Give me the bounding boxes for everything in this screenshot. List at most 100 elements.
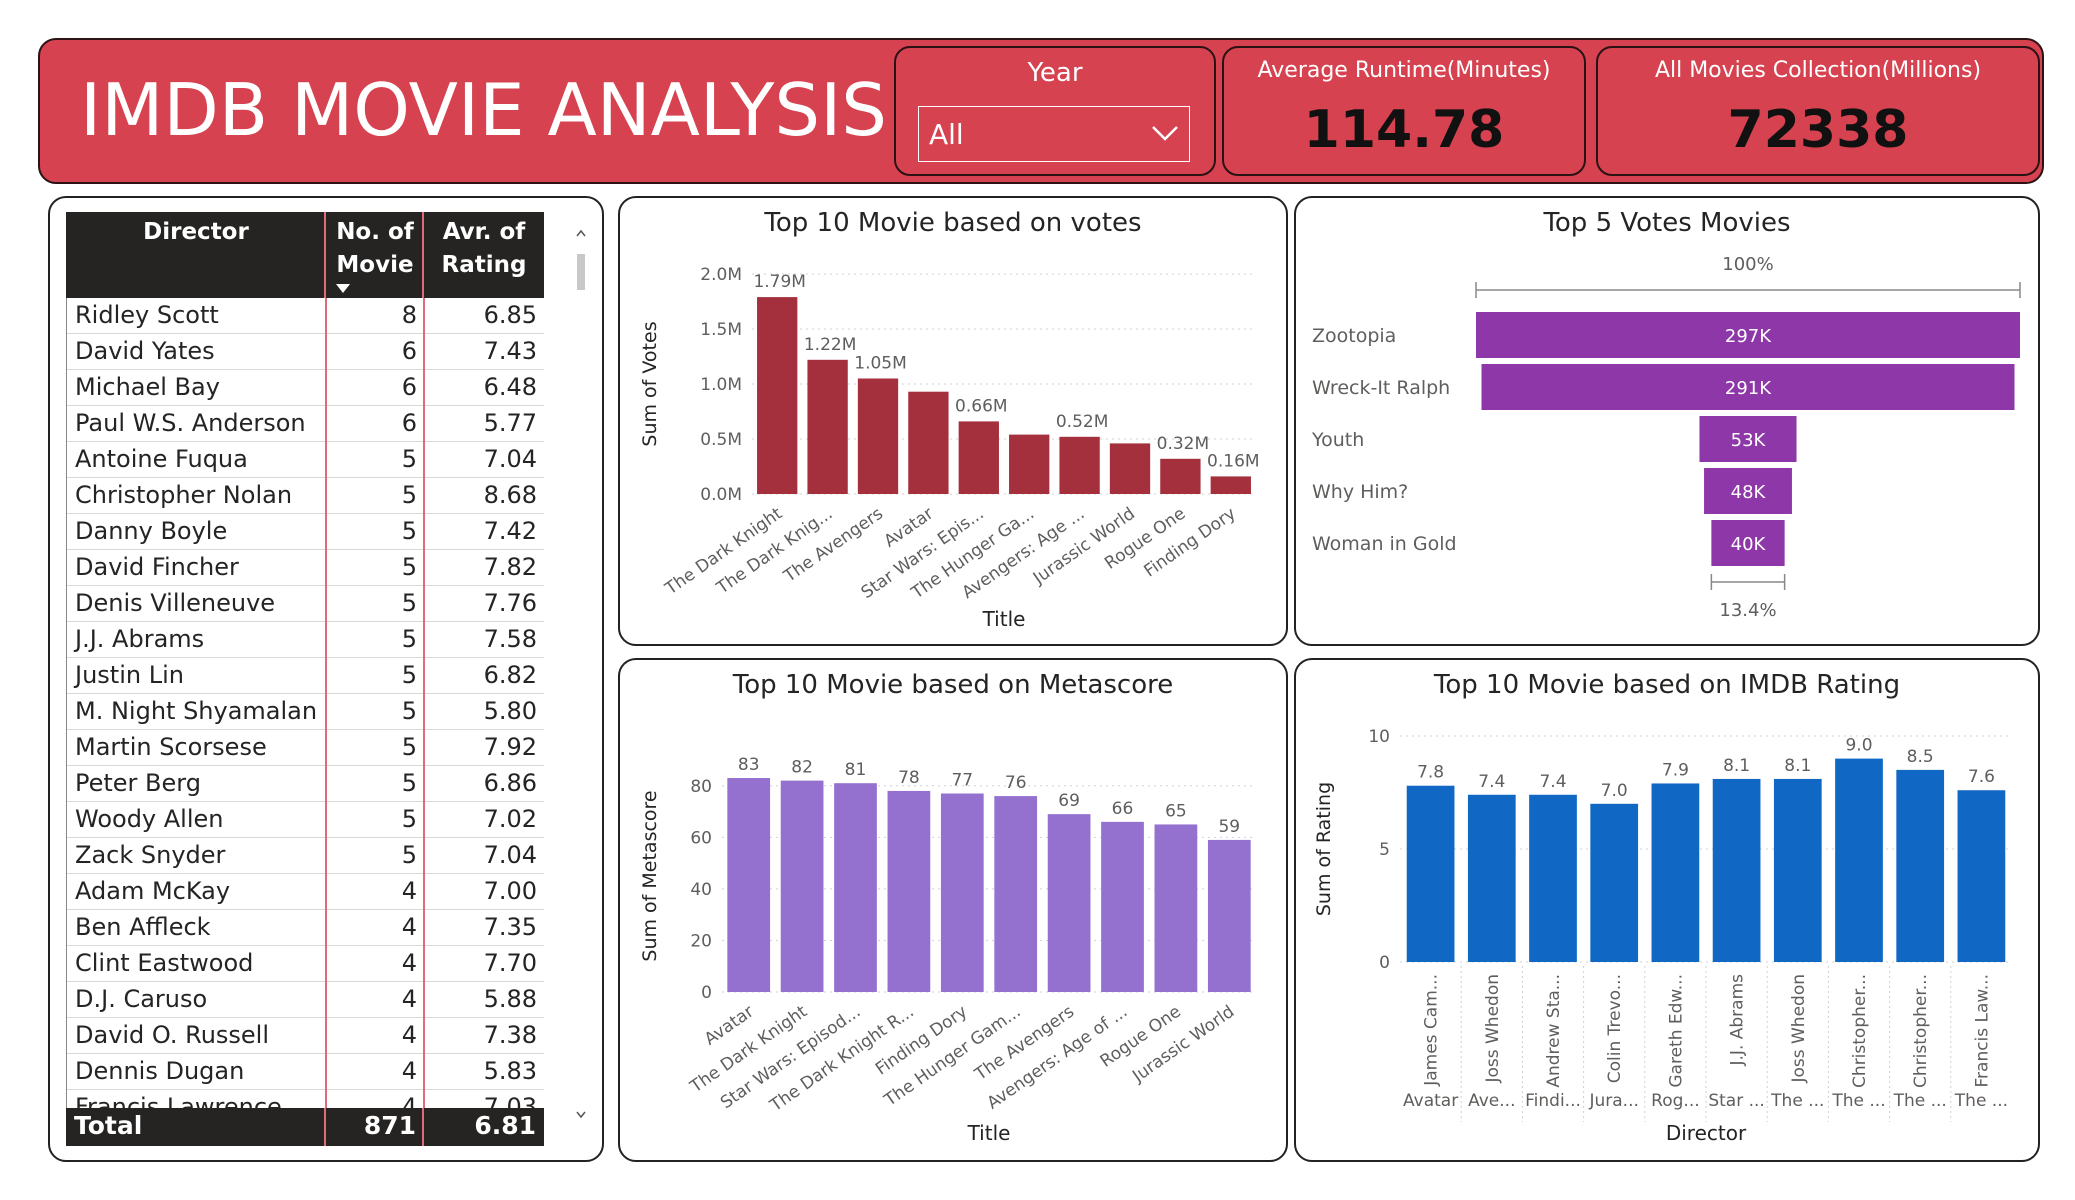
data-label: 1.22M xyxy=(804,335,857,355)
bar[interactable] xyxy=(1160,458,1201,494)
x-tick-label: Christopher... xyxy=(1850,974,1870,1088)
table-row[interactable]: David Fincher 5 7.82 xyxy=(67,550,544,586)
y-tick-label: 0.5M xyxy=(700,430,742,450)
bar[interactable] xyxy=(1207,839,1251,992)
bar[interactable] xyxy=(1957,790,2006,962)
x-axis-label: Director xyxy=(1666,1121,1747,1145)
bar[interactable] xyxy=(1047,814,1091,992)
page-title: IMDB MOVIE ANALYSIS xyxy=(80,68,888,152)
data-label: 66 xyxy=(1112,799,1134,819)
table-row[interactable]: Adam McKay 4 7.00 xyxy=(67,874,544,910)
director-name: David O. Russell xyxy=(75,1021,270,1049)
table-row[interactable]: Antoine Fuqua 5 7.04 xyxy=(67,442,544,478)
bar[interactable] xyxy=(780,780,824,992)
movie-count: 4 xyxy=(401,1093,417,1108)
bar[interactable] xyxy=(1059,436,1100,494)
year-dropdown[interactable]: All xyxy=(918,106,1190,162)
table-row[interactable]: Woody Allen 5 7.02 xyxy=(67,802,544,838)
bar[interactable] xyxy=(857,378,899,495)
bar[interactable] xyxy=(908,391,949,494)
avg-rating: 7.42 xyxy=(483,517,537,545)
bar[interactable] xyxy=(940,793,984,992)
table-row[interactable]: D.J. Caruso 4 5.88 xyxy=(67,982,544,1018)
bar[interactable] xyxy=(1896,769,1945,962)
avg-rating: 6.82 xyxy=(483,661,537,689)
bar[interactable] xyxy=(994,796,1038,992)
bar[interactable] xyxy=(1154,824,1198,992)
director-name: David Yates xyxy=(75,337,215,365)
y-tick-label: 5 xyxy=(1379,840,1390,860)
director-name: Antoine Fuqua xyxy=(75,445,248,473)
x-subcategory-label: The ... xyxy=(1954,1091,2008,1111)
scroll-thumb xyxy=(577,254,585,290)
bar[interactable] xyxy=(1651,783,1700,962)
bar[interactable] xyxy=(958,421,999,494)
table-row[interactable]: Clint Eastwood 4 7.70 xyxy=(67,946,544,982)
table-row[interactable]: David Yates 6 7.43 xyxy=(67,334,544,370)
data-label: 8.1 xyxy=(1723,756,1750,776)
table-row[interactable]: Ben Affleck 4 7.35 xyxy=(67,910,544,946)
year-slicer[interactable]: Year All xyxy=(894,46,1216,176)
sort-descending-icon[interactable] xyxy=(336,284,350,294)
column-header-movie-count[interactable]: No. of Movie xyxy=(326,216,424,282)
director-name: Paul W.S. Anderson xyxy=(75,409,306,437)
x-tick-label: James Cam... xyxy=(1422,974,1442,1087)
avg-rating: 6.85 xyxy=(483,301,537,329)
table-row[interactable]: Justin Lin 5 6.82 xyxy=(67,658,544,694)
table-scrollbar[interactable] xyxy=(574,218,588,1138)
avg-rating: 5.77 xyxy=(483,409,537,437)
y-tick-label: 10 xyxy=(1368,727,1390,747)
bar[interactable] xyxy=(1467,794,1516,962)
director-name: Clint Eastwood xyxy=(75,949,254,977)
avg-rating: 7.58 xyxy=(483,625,537,653)
table-row[interactable]: Martin Scorsese 5 7.92 xyxy=(67,730,544,766)
bar[interactable] xyxy=(1009,434,1050,494)
table-row[interactable]: Paul W.S. Anderson 6 5.77 xyxy=(67,406,544,442)
bar[interactable] xyxy=(1835,758,1883,962)
bar[interactable] xyxy=(1712,778,1761,962)
bar[interactable] xyxy=(1101,821,1144,992)
table-row[interactable]: J.J. Abrams 5 7.58 xyxy=(67,622,544,658)
y-tick-label: 80 xyxy=(690,777,712,797)
avg-rating: 6.86 xyxy=(483,769,537,797)
bar[interactable] xyxy=(1590,803,1639,962)
table-row[interactable]: Dennis Dugan 4 5.83 xyxy=(67,1054,544,1090)
movie-count: 5 xyxy=(401,661,417,689)
bar[interactable] xyxy=(1109,443,1151,494)
bar[interactable] xyxy=(1210,476,1251,494)
data-label: 69 xyxy=(1058,791,1080,811)
table-row[interactable]: David O. Russell 4 7.38 xyxy=(67,1018,544,1054)
bar[interactable] xyxy=(757,297,798,494)
bar[interactable] xyxy=(1773,778,1822,962)
director-name: Justin Lin xyxy=(75,661,184,689)
table-row[interactable]: Denis Villeneuve 5 7.76 xyxy=(67,586,544,622)
table-row[interactable]: Francis Lawrence 4 7.03 xyxy=(67,1090,544,1108)
bar[interactable] xyxy=(807,359,848,494)
column-header-avg-rating[interactable]: Avr. of Rating xyxy=(424,216,544,282)
bar[interactable] xyxy=(1406,785,1455,962)
y-tick-label: 20 xyxy=(690,931,712,951)
funnel-value-label: 53K xyxy=(1731,430,1767,451)
table-header: Director No. of Movie Avr. of Rating xyxy=(66,212,544,298)
chevron-down-icon xyxy=(1152,126,1178,141)
bar[interactable] xyxy=(1529,794,1577,962)
table-row[interactable]: M. Night Shyamalan 5 5.80 xyxy=(67,694,544,730)
table-row[interactable]: Ridley Scott 8 6.85 xyxy=(67,298,544,334)
movie-count: 5 xyxy=(401,769,417,797)
table-row[interactable]: Danny Boyle 5 7.42 xyxy=(67,514,544,550)
bar[interactable] xyxy=(887,790,931,992)
avg-rating: 7.70 xyxy=(483,949,537,977)
movie-count: 4 xyxy=(401,877,417,905)
column-header-director[interactable]: Director xyxy=(66,216,326,249)
funnel-bottom-percent: 13.4% xyxy=(1719,600,1776,621)
bar[interactable] xyxy=(727,778,771,992)
table-row[interactable]: Zack Snyder 5 7.04 xyxy=(67,838,544,874)
table-total-row: Total 871 6.81 xyxy=(66,1108,544,1146)
runtime-label: Average Runtime(Minutes) xyxy=(1257,58,1551,83)
table-row[interactable]: Christopher Nolan 5 8.68 xyxy=(67,478,544,514)
votes-bar-chart: 0.0M0.5M1.0M1.5M2.0MSum of Votes1.79MThe… xyxy=(639,265,1260,631)
table-row[interactable]: Peter Berg 5 6.86 xyxy=(67,766,544,802)
table-row[interactable]: Michael Bay 6 6.48 xyxy=(67,370,544,406)
bar[interactable] xyxy=(834,783,877,992)
data-label: 0.32M xyxy=(1157,434,1210,454)
